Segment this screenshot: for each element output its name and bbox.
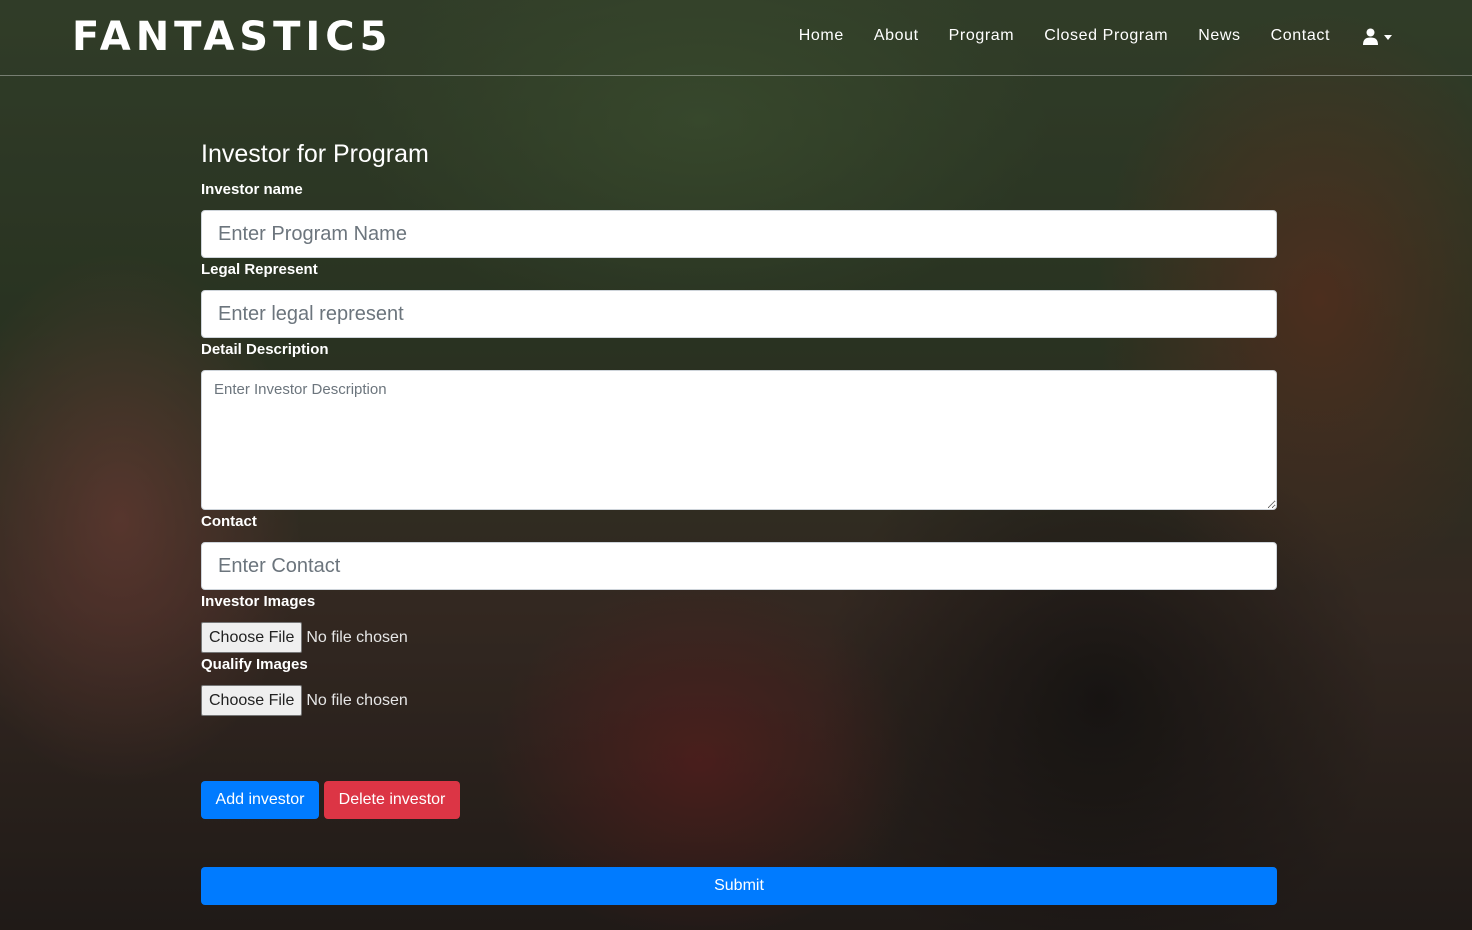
investor-name-input[interactable] (201, 210, 1277, 258)
submit-button[interactable]: Submit (201, 867, 1277, 905)
nav-home[interactable]: Home (784, 26, 859, 46)
qualify-images-status: No file chosen (306, 691, 408, 709)
nav-closed-program[interactable]: Closed Program (1029, 26, 1183, 46)
navbar: FANTASTIC5 Home About Program Closed Pro… (0, 0, 1472, 76)
nav-contact[interactable]: Contact (1256, 26, 1345, 46)
qualify-images-label: Qualify Images (201, 656, 308, 673)
contact-input[interactable] (201, 542, 1277, 590)
contact-label: Contact (201, 513, 257, 530)
nav-menu: Home About Program Closed Program News C… (784, 26, 1392, 46)
investor-images-status: No file chosen (306, 628, 408, 646)
user-icon (1363, 28, 1378, 45)
investor-images-choose-button[interactable]: Choose File (201, 622, 303, 653)
nav-about[interactable]: About (859, 26, 934, 46)
detail-description-textarea[interactable] (201, 370, 1277, 510)
investor-images-label: Investor Images (201, 593, 316, 610)
brand-logo[interactable]: FANTASTIC5 (72, 14, 392, 60)
qualify-images-choose-button[interactable]: Choose File (201, 685, 303, 716)
legal-represent-label: Legal Represent (201, 261, 318, 278)
caret-down-icon (1384, 34, 1392, 40)
legal-represent-input[interactable] (201, 290, 1277, 338)
nav-news[interactable]: News (1183, 26, 1255, 46)
qualify-images-file-input: Choose File No file chosen (201, 685, 408, 716)
delete-investor-button[interactable]: Delete investor (324, 781, 460, 819)
investor-name-label: Investor name (201, 181, 303, 198)
form-title: Investor for Program (201, 140, 429, 168)
detail-description-label: Detail Description (201, 341, 329, 358)
investor-images-file-input: Choose File No file chosen (201, 622, 408, 653)
add-investor-button[interactable]: Add investor (201, 781, 319, 819)
user-menu-toggle[interactable] (1345, 28, 1392, 45)
nav-program[interactable]: Program (934, 26, 1030, 46)
